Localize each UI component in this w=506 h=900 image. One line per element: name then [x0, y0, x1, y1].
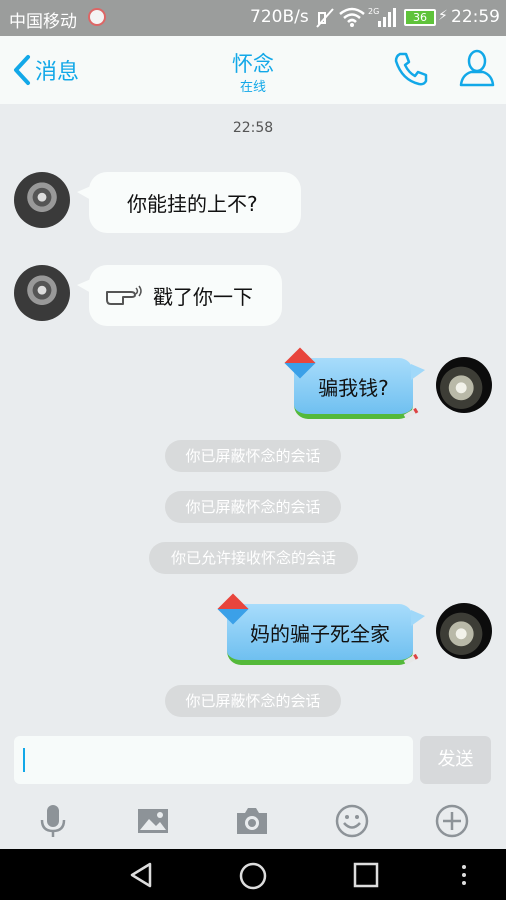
phone-call-button[interactable]: [392, 50, 430, 92]
system-notice: 你已屏蔽怀念的会话: [165, 491, 341, 523]
nav-menu-button[interactable]: [460, 862, 468, 892]
message-text: 骗我钱?: [318, 375, 389, 400]
plus-icon: [435, 804, 469, 838]
image-icon: [138, 809, 168, 833]
contact-profile-button[interactable]: [458, 48, 496, 92]
nav-back-button[interactable]: [128, 862, 154, 892]
notification-icon: [88, 8, 106, 26]
message-input[interactable]: [14, 736, 413, 784]
triangle-back-icon: [130, 862, 152, 888]
system-notice: 你已屏蔽怀念的会话: [165, 685, 341, 717]
contact-avatar[interactable]: [14, 265, 70, 321]
battery-icon: 36: [404, 9, 436, 26]
carrier-name: 中国移动: [9, 12, 77, 32]
nav-home-button[interactable]: [239, 862, 267, 894]
message-text: 妈的骗子死全家: [250, 621, 390, 646]
text-cursor: [23, 748, 25, 772]
wifi-icon: [338, 6, 366, 33]
charging-icon: ⚡: [438, 8, 448, 24]
person-icon: [459, 49, 495, 87]
circle-home-icon: [239, 862, 267, 890]
voice-button[interactable]: [35, 803, 71, 839]
incoming-poke-bubble[interactable]: 戳了你一下: [77, 265, 282, 326]
outgoing-message-bubble[interactable]: 骗我钱?: [294, 358, 425, 419]
camera-icon: [237, 808, 267, 834]
vertical-dots-icon: [462, 865, 466, 885]
incoming-message-bubble[interactable]: 你能挂的上不?: [77, 172, 301, 233]
my-avatar[interactable]: [436, 357, 492, 413]
online-status: 在线: [239, 80, 266, 95]
network-type: 2G: [368, 7, 379, 16]
poke-hand-icon: [106, 285, 142, 305]
my-avatar[interactable]: [436, 603, 492, 659]
outgoing-message-bubble[interactable]: 妈的骗子死全家: [227, 604, 425, 665]
microphone-icon: [40, 805, 66, 837]
message-timestamp: 22:58: [232, 120, 274, 136]
mute-icon: [316, 7, 334, 34]
message-text: 你能挂的上不?: [127, 192, 258, 216]
signal-icon: 2G: [368, 6, 396, 33]
contact-name[interactable]: 怀念: [0, 48, 506, 78]
system-notice: 你已允许接收怀念的会话: [149, 542, 358, 574]
status-bar: 中国移动 720B/s 2G 36 ⚡ 22:59: [0, 0, 506, 36]
chat-header: 消息 怀念 在线: [0, 36, 506, 104]
phone-icon: [394, 52, 428, 86]
send-button[interactable]: 发送: [420, 736, 491, 784]
nav-recents-button[interactable]: [353, 862, 379, 892]
image-button[interactable]: [135, 803, 171, 839]
more-button[interactable]: [434, 803, 470, 839]
system-navigation-bar: [0, 849, 506, 900]
system-notice: 你已屏蔽怀念的会话: [165, 440, 341, 472]
square-recents-icon: [353, 862, 379, 888]
camera-button[interactable]: [234, 803, 270, 839]
contact-avatar[interactable]: [14, 172, 70, 228]
clock: 22:59: [451, 7, 500, 27]
network-speed: 720B/s: [250, 7, 309, 27]
emoji-button[interactable]: [334, 803, 370, 839]
message-text: 戳了你一下: [153, 285, 253, 309]
emoji-icon: [335, 804, 369, 838]
